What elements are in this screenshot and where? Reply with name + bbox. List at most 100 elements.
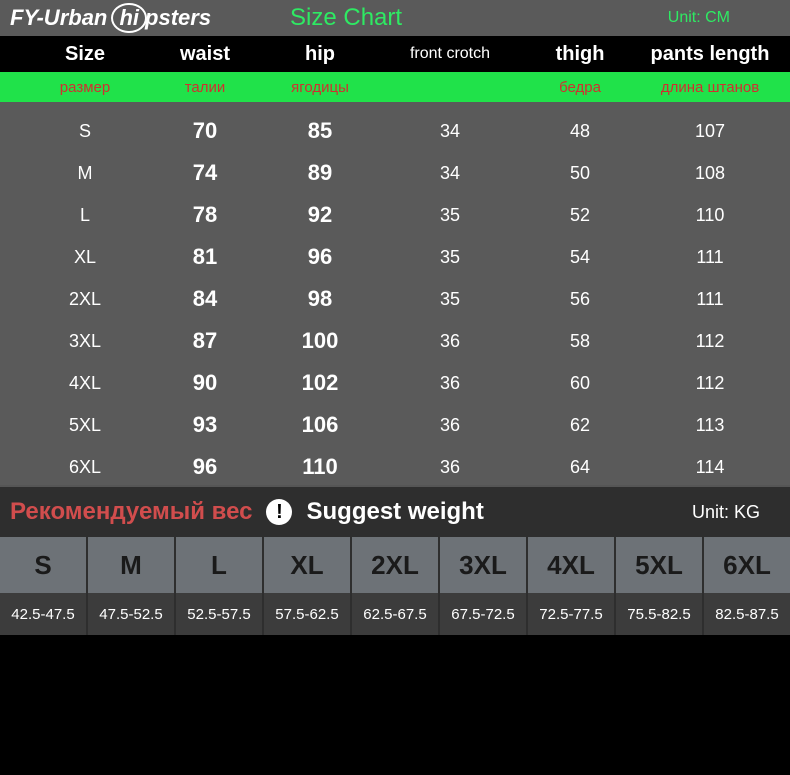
cell: 54 <box>520 247 640 268</box>
brand-row: FY-Urban hipsters Size Chart Unit: CM <box>0 0 790 36</box>
unit-kg: Unit: KG <box>692 502 780 523</box>
size-chart-title: Size Chart <box>290 4 550 32</box>
weight-value: 72.5-77.5 <box>528 593 614 635</box>
cell: 35 <box>380 205 520 226</box>
cell: 100 <box>260 328 380 354</box>
cell: 85 <box>260 118 380 144</box>
cell: 52 <box>520 205 640 226</box>
weight-size: 4XL <box>528 537 614 593</box>
table-row: 5XL931063662113 <box>20 404 770 446</box>
cell: 92 <box>260 202 380 228</box>
header-ru-waist: талии <box>150 79 260 96</box>
cell: 50 <box>520 163 640 184</box>
cell: 3XL <box>20 331 150 352</box>
cell: 111 <box>640 247 780 268</box>
weight-column: 5XL75.5-82.5 <box>614 537 702 635</box>
brand-circle: hi <box>111 3 147 33</box>
header-ru-size: размер <box>20 79 150 96</box>
weight-size: L <box>176 537 262 593</box>
cell: 93 <box>150 412 260 438</box>
table-row: 2XL84983556111 <box>20 278 770 320</box>
cell: M <box>20 163 150 184</box>
cell: 35 <box>380 247 520 268</box>
weight-size: S <box>0 537 86 593</box>
cell: 70 <box>150 118 260 144</box>
unit-cm: Unit: CM <box>668 9 780 27</box>
header-row-en: Size waist hip front crotch thigh pants … <box>0 36 790 72</box>
cell: 90 <box>150 370 260 396</box>
cell: 84 <box>150 286 260 312</box>
cell: 89 <box>260 160 380 186</box>
cell: 60 <box>520 373 640 394</box>
cell: 36 <box>380 331 520 352</box>
cell: 102 <box>260 370 380 396</box>
cell: 107 <box>640 121 780 142</box>
header-ru-thigh: бедра <box>520 79 640 96</box>
weight-title-ru: Рекомендуемый вес <box>10 498 252 526</box>
weight-size: 5XL <box>616 537 702 593</box>
weight-column: 2XL62.5-67.5 <box>350 537 438 635</box>
cell: 36 <box>380 373 520 394</box>
weight-size: 2XL <box>352 537 438 593</box>
weight-column: 3XL67.5-72.5 <box>438 537 526 635</box>
header-hip: hip <box>260 43 380 66</box>
cell: 110 <box>640 205 780 226</box>
weight-size: XL <box>264 537 350 593</box>
cell: 112 <box>640 373 780 394</box>
weight-column: XL57.5-62.5 <box>262 537 350 635</box>
cell: 34 <box>380 121 520 142</box>
table-row: 6XL961103664114 <box>20 446 770 488</box>
cell: 98 <box>260 286 380 312</box>
size-chart-section: FY-Urban hipsters Size Chart Unit: CM Si… <box>0 0 790 485</box>
table-row: 3XL871003658112 <box>20 320 770 362</box>
cell: 48 <box>520 121 640 142</box>
cell: 6XL <box>20 457 150 478</box>
weight-title-en: Suggest weight <box>306 498 483 526</box>
header-ru-hip: ягодицы <box>260 79 380 96</box>
cell: 36 <box>380 457 520 478</box>
size-data-rows: S70853448107M74893450108L78923552110XL81… <box>0 102 790 488</box>
cell: 62 <box>520 415 640 436</box>
brand-suffix: psters <box>145 5 211 30</box>
header-waist: waist <box>150 43 260 66</box>
table-row: L78923552110 <box>20 194 770 236</box>
cell: XL <box>20 247 150 268</box>
header-row-ru: размер талии ягодицы бедра длина штанов <box>0 72 790 102</box>
header-pants-length: pants length <box>640 43 780 66</box>
cell: 81 <box>150 244 260 270</box>
cell: 56 <box>520 289 640 310</box>
cell: 114 <box>640 457 780 478</box>
table-row: 4XL901023660112 <box>20 362 770 404</box>
header-size: Size <box>20 43 150 66</box>
table-row: XL81963554111 <box>20 236 770 278</box>
cell: 96 <box>150 454 260 480</box>
cell: 74 <box>150 160 260 186</box>
cell: S <box>20 121 150 142</box>
weight-column: S42.5-47.5 <box>0 537 86 635</box>
cell: 113 <box>640 415 780 436</box>
cell: 112 <box>640 331 780 352</box>
cell: L <box>20 205 150 226</box>
cell: 87 <box>150 328 260 354</box>
weight-value: 57.5-62.5 <box>264 593 350 635</box>
weight-size: 6XL <box>704 537 790 593</box>
exclamation-icon: ! <box>266 499 292 525</box>
cell: 4XL <box>20 373 150 394</box>
cell: 35 <box>380 289 520 310</box>
weight-value: 52.5-57.5 <box>176 593 262 635</box>
cell: 111 <box>640 289 780 310</box>
table-row: M74893450108 <box>20 152 770 194</box>
weight-column: L52.5-57.5 <box>174 537 262 635</box>
weight-value: 42.5-47.5 <box>0 593 86 635</box>
brand-prefix: FY-Urban <box>10 5 113 30</box>
weight-value: 82.5-87.5 <box>704 593 790 635</box>
cell: 5XL <box>20 415 150 436</box>
weight-column: M47.5-52.5 <box>86 537 174 635</box>
weight-size: 3XL <box>440 537 526 593</box>
table-row: S70853448107 <box>20 110 770 152</box>
cell: 96 <box>260 244 380 270</box>
cell: 108 <box>640 163 780 184</box>
cell: 106 <box>260 412 380 438</box>
bottom-blank <box>0 635 790 775</box>
cell: 36 <box>380 415 520 436</box>
